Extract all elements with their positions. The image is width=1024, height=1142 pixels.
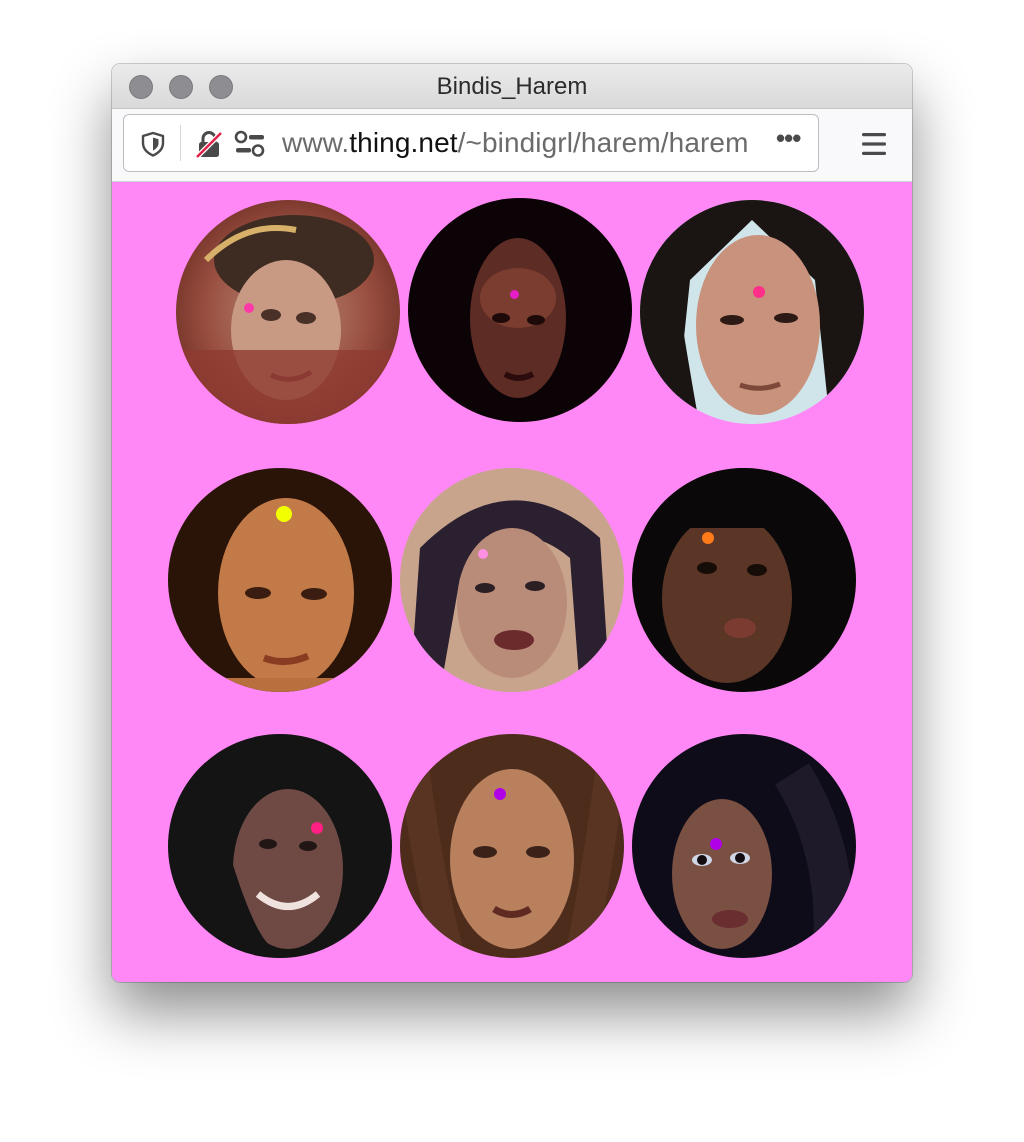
site-permissions-icon[interactable]: [234, 129, 266, 159]
url-prefix: www.: [282, 127, 350, 158]
portrait-2-image: [408, 198, 632, 422]
portrait-8-bindi: [494, 788, 506, 800]
portrait-7-image: [168, 734, 392, 958]
portrait-4[interactable]: [168, 468, 392, 692]
address-bar-separator: [180, 125, 181, 161]
tracking-protection-shield-icon[interactable]: [140, 131, 166, 157]
portrait-6[interactable]: [632, 468, 856, 692]
page-actions-button[interactable]: •••: [776, 123, 801, 154]
portrait-7-bindi: [311, 822, 323, 834]
hamburger-menu-icon[interactable]: [861, 130, 887, 158]
page-content: [112, 182, 912, 982]
portrait-1-bindi: [244, 303, 254, 313]
portrait-5[interactable]: [400, 468, 624, 692]
url-path: /~bindigrl/harem/harem: [457, 127, 749, 158]
navigation-toolbar: www.thing.net/~bindigrl/harem/harem •••: [112, 109, 912, 182]
title-bar[interactable]: Bindis_Harem: [112, 64, 912, 109]
portrait-6-bindi: [702, 532, 714, 544]
portrait-5-image: [400, 468, 624, 692]
portrait-7[interactable]: [168, 734, 392, 958]
portrait-8[interactable]: [400, 734, 624, 958]
portrait-8-image: [400, 734, 624, 958]
browser-window: Bindis_Harem www.thing.net/~bindigrl/har…: [112, 64, 912, 982]
url-text[interactable]: www.thing.net/~bindigrl/harem/harem: [282, 127, 749, 159]
address-bar[interactable]: www.thing.net/~bindigrl/harem/harem •••: [123, 114, 819, 172]
portrait-4-bindi: [276, 506, 292, 522]
portrait-2[interactable]: [408, 198, 632, 422]
portrait-1[interactable]: [176, 200, 400, 424]
portrait-3[interactable]: [640, 200, 864, 424]
window-title: Bindis_Harem: [436, 73, 588, 100]
portrait-6-image: [632, 468, 856, 692]
portrait-2-bindi: [510, 290, 519, 299]
portrait-5-bindi: [478, 549, 488, 559]
insecure-connection-lock-icon[interactable]: [194, 129, 224, 159]
portrait-9[interactable]: [632, 734, 856, 958]
portrait-9-bindi: [710, 838, 722, 850]
portrait-3-image: [640, 200, 864, 424]
portrait-1-image: [176, 200, 400, 424]
url-host: thing.net: [349, 127, 458, 158]
portrait-3-bindi: [753, 286, 765, 298]
portrait-9-image: [632, 734, 856, 958]
portrait-4-image: [168, 468, 392, 692]
